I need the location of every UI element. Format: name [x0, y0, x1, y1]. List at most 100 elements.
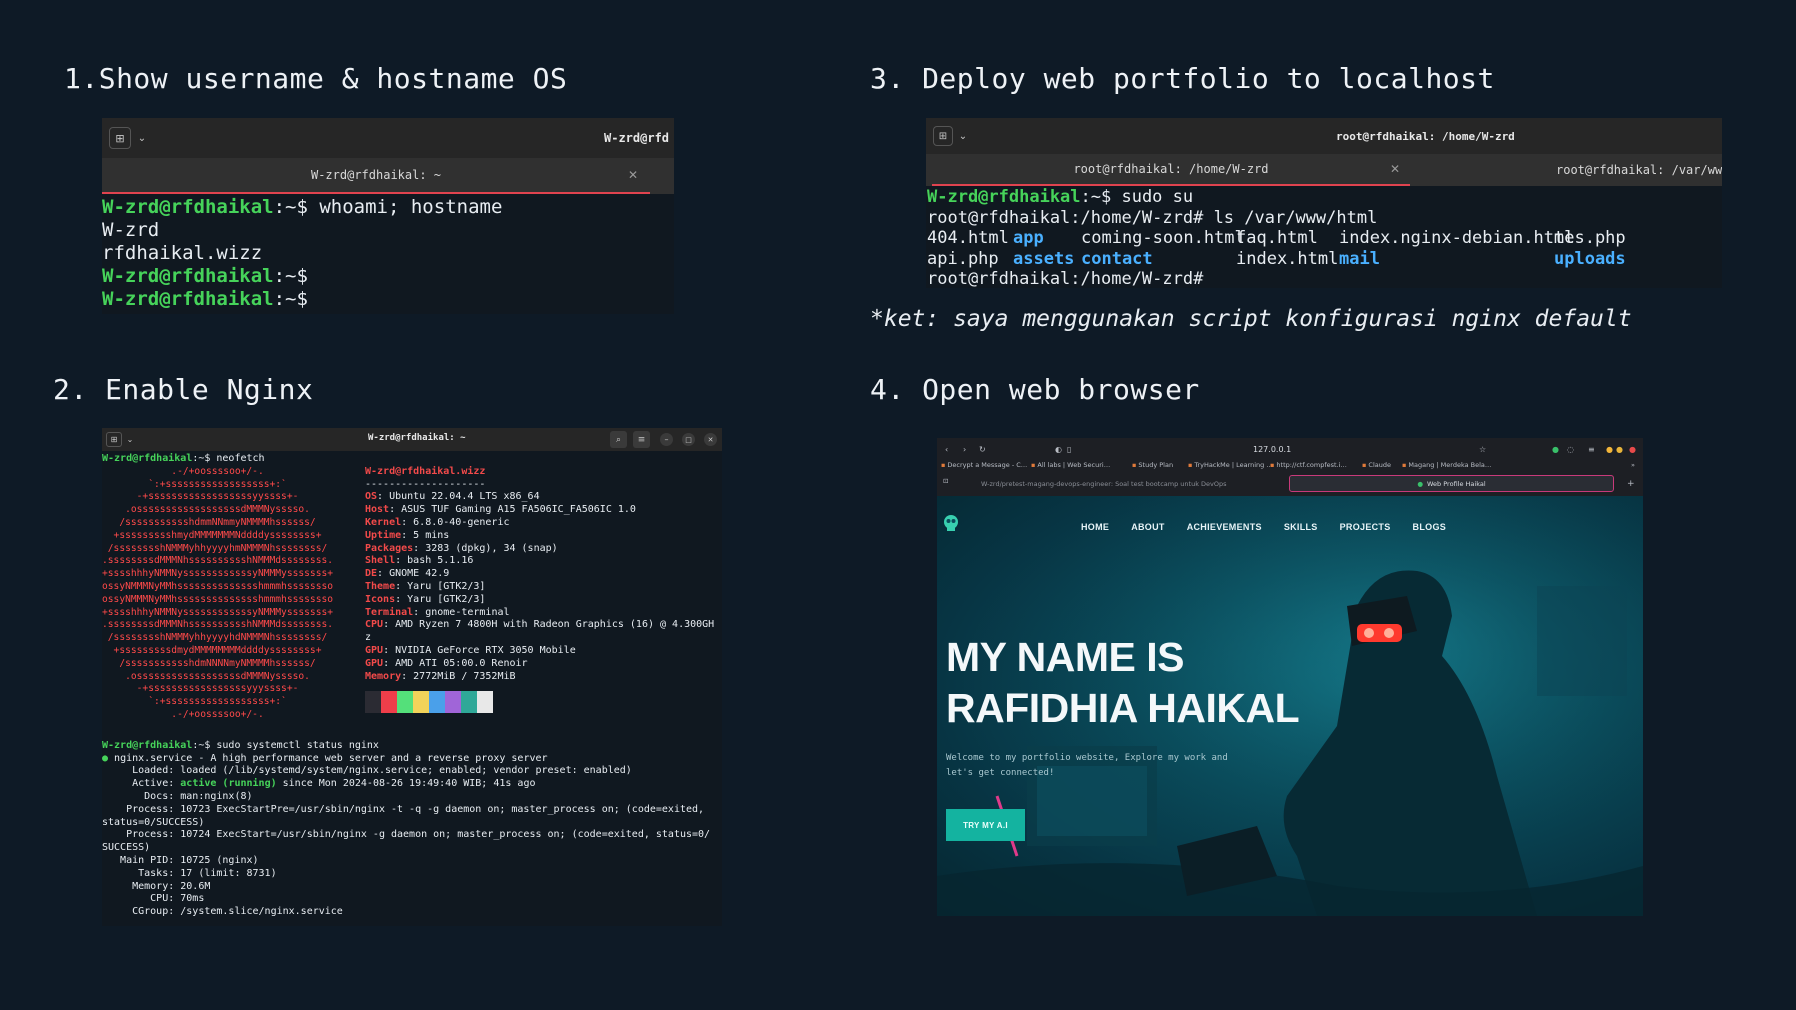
window-title: W-zrd@rfd [604, 131, 670, 145]
info-line: GPU: AMD ATI 05:00.0 Renoir [365, 658, 714, 671]
note-text: *ket: saya menggunakan script konfiguras… [870, 306, 1632, 332]
account-icon[interactable]: ◌ [1567, 445, 1574, 454]
palette-swatch [429, 691, 445, 714]
status-line: status=0/SUCCESS) [102, 816, 205, 828]
info-value: : 6.8.0-40-generic [401, 516, 510, 528]
info-value: : NVIDIA GeForce RTX 3050 Mobile [383, 644, 576, 656]
ascii-line: /ssssssssssshdmNNNNmyNMMMMhssssss/ [102, 657, 316, 669]
close-icon[interactable]: ✕ [1390, 162, 1400, 176]
chevron-down-icon[interactable]: ⌄ [124, 432, 136, 447]
ascii-line: `:+ssssssssssssssssss+:` [102, 478, 287, 490]
info-line: Uptime: 5 mins [365, 530, 714, 543]
info-key: Host [365, 504, 390, 516]
menu-icon[interactable]: ≡ [633, 431, 650, 448]
bookmark-icon: ▪ [1270, 461, 1275, 469]
tab-group-icon[interactable]: ⊡ [943, 477, 948, 485]
nav-link-achievements[interactable]: ACHIEVEMENTS [1187, 522, 1262, 532]
prompt-user: W-zrd@rfdhaikal [102, 739, 193, 751]
bookmark-item[interactable]: ▪ Decrypt a Message - C… [941, 461, 1027, 469]
info-value: : AMD Ryzen 7 4800H with Radeon Graphics… [383, 619, 715, 631]
palette-swatch [381, 691, 397, 714]
browser-tab-active[interactable]: ● Web Profile Haikal [1289, 475, 1614, 492]
info-line: GPU: NVIDIA GeForce RTX 3050 Mobile [365, 645, 714, 658]
file-name: 404.html [927, 228, 1009, 249]
address-bar[interactable]: 127.0.0.1 [1253, 445, 1291, 454]
terminal-titlebar[interactable]: ⊞ ⌄ root@rfdhaikal: /home/W-zrd [926, 118, 1722, 154]
status-line: Process: 10723 ExecStartPre=/usr/sbin/ng… [102, 803, 705, 815]
info-value: : Yaru [GTK2/3] [395, 593, 486, 605]
forward-icon[interactable]: › [963, 445, 966, 454]
chevron-right-icon[interactable]: » [1631, 461, 1635, 469]
bookmark-icon: ▪ [1031, 461, 1036, 469]
nav-link-home[interactable]: HOME [1081, 522, 1109, 532]
chevron-down-icon[interactable]: ⌄ [133, 127, 151, 149]
minimize-icon[interactable]: ● [1606, 445, 1613, 454]
terminal-window-3[interactable]: ⊞ ⌄ root@rfdhaikal: /home/W-zrd root@rfd… [926, 118, 1722, 288]
bookmark-item[interactable]: ▪ http://ctf.compfest.i… [1270, 461, 1347, 469]
terminal-titlebar[interactable]: ⊞ ⌄ W-zrd@rfdhaikal: ~ ⌕ ≡ – □ ✕ [102, 428, 722, 451]
browser-tab[interactable]: W-zrd/pretest-magang-devops-engineer: So… [981, 480, 1227, 488]
search-icon[interactable]: ⌕ [610, 431, 627, 448]
info-value: : Ubuntu 22.04.4 LTS x86_64 [377, 491, 540, 503]
bookmark-label: Study Plan [1138, 461, 1174, 469]
back-icon[interactable]: ‹ [945, 445, 948, 454]
ascii-line: ossyNMMMNyMMhsssssssssssssshmmmhssssssso [102, 593, 334, 605]
new-tab-icon[interactable]: ⊞ [109, 127, 131, 149]
try-ai-button[interactable]: TRY MY A.I [946, 809, 1025, 841]
new-tab-icon[interactable]: ⊞ [933, 126, 953, 146]
info-value: : 5 mins [401, 529, 450, 541]
logo-icon[interactable] [943, 514, 959, 532]
terminal-tab[interactable]: W-zrd@rfdhaikal: ~ ✕ [102, 158, 650, 194]
terminal-tab-2[interactable]: root@rfdhaikal: /var/www/ [1556, 154, 1722, 186]
star-icon[interactable]: ☆ [1479, 445, 1486, 454]
status-text: since Mon 2024-08-26 19:49:40 WIB; 41s a… [276, 778, 536, 790]
new-tab-icon[interactable]: + [1627, 479, 1635, 489]
terminal-titlebar[interactable]: ⊞ ⌄ W-zrd@rfd [102, 118, 674, 158]
bookmark-item[interactable]: ▪ Claude [1362, 461, 1391, 469]
status-line: Docs: man:nginx(8) [102, 790, 253, 802]
info-line: Terminal: gnome-terminal [365, 607, 714, 620]
bookmark-item[interactable]: ▪ Magang | Merdeka Bela… [1402, 461, 1491, 469]
terminal-window-1[interactable]: ⊞ ⌄ W-zrd@rfd W-zrd@rfdhaikal: ~ ✕ W-zrd… [102, 118, 674, 314]
directory-name: assets [1013, 248, 1075, 269]
maximize-icon[interactable]: □ [682, 433, 695, 446]
prompt-user: W-zrd@rfdhaikal [927, 187, 1081, 207]
nav-link-projects[interactable]: PROJECTS [1340, 522, 1391, 532]
menu-icon[interactable]: ≡ [1588, 445, 1595, 454]
terminal-tab-1[interactable]: root@rfdhaikal: /home/W-zrd ✕ [932, 154, 1410, 186]
file-name: tes.php [1554, 228, 1626, 249]
status-text: Active: [102, 778, 181, 790]
minimize-icon[interactable]: – [660, 433, 673, 446]
info-line: Host: ASUS TUF Gaming A15 FA506IC_FA506I… [365, 504, 714, 517]
info-value: z [365, 632, 372, 644]
file-name: faq.html [1236, 228, 1318, 249]
close-icon[interactable]: ✕ [704, 433, 717, 446]
prompt-path: :~$ [273, 196, 320, 218]
chevron-down-icon[interactable]: ⌄ [955, 126, 971, 146]
directory-name: mail [1339, 248, 1380, 269]
close-icon[interactable]: ✕ [628, 168, 638, 182]
nav-menu: HOME ABOUT ACHIEVEMENTS SKILLS PROJECTS BLOGS [1081, 522, 1446, 532]
maximize-icon[interactable]: ● [1616, 445, 1623, 454]
shield-icon[interactable]: ◐ [1055, 445, 1062, 454]
nav-link-blogs[interactable]: BLOGS [1413, 522, 1447, 532]
reload-icon[interactable]: ↻ [979, 445, 986, 454]
bookmark-item[interactable]: ▪ TryHackMe | Learning … [1188, 461, 1273, 469]
nav-link-skills[interactable]: SKILLS [1284, 522, 1318, 532]
page-icon[interactable]: ▯ [1067, 445, 1071, 454]
info-value: : 3283 (dpkg), 34 (snap) [413, 542, 558, 554]
extension-icon[interactable]: ● [1552, 445, 1559, 454]
bookmark-item[interactable]: ▪ Study Plan [1132, 461, 1173, 469]
info-value: : GNOME 42.9 [377, 568, 450, 580]
ascii-line: .-/+oossssoo+/-. [102, 708, 264, 720]
bookmark-item[interactable]: ▪ All labs | Web Securi… [1031, 461, 1110, 469]
info-value: : AMD ATI 05:00.0 Renoir [383, 657, 528, 669]
nav-link-about[interactable]: ABOUT [1131, 522, 1165, 532]
info-key: Packages [365, 542, 414, 554]
browser-window[interactable]: ‹ › ↻ ◐ ▯ 127.0.0.1 ☆ ● ◌ ≡ ● ● ● ▪ Decry… [937, 438, 1643, 916]
terminal-window-2[interactable]: ⊞ ⌄ W-zrd@rfdhaikal: ~ ⌕ ≡ – □ ✕ W-zrd@r… [102, 428, 722, 926]
close-icon[interactable]: ● [1629, 445, 1636, 454]
info-value: : 2772MiB / 7352MiB [401, 670, 516, 682]
new-tab-icon[interactable]: ⊞ [106, 432, 122, 447]
ascii-line: /sssssssshNMMMyhhyyyyhdNMMMNhssssssss/ [102, 632, 328, 644]
